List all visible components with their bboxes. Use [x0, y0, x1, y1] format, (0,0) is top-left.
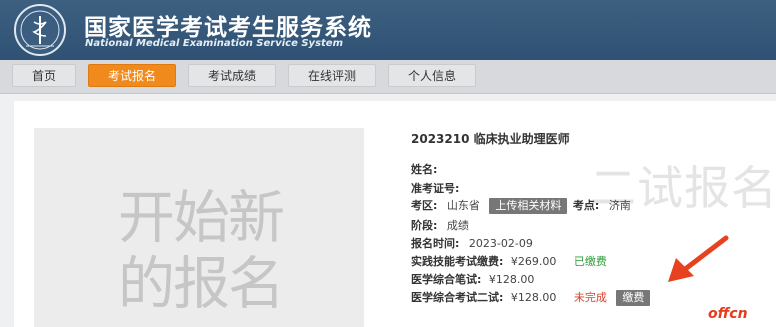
name-row: 姓名:	[411, 161, 437, 177]
upload-materials-button[interactable]: 上传相关材料	[489, 198, 568, 214]
name-label: 姓名:	[411, 163, 438, 176]
logo-emblem-icon	[14, 4, 66, 56]
site-title: 国家医学考试考生服务系统	[84, 15, 372, 41]
signup-time-value: 2023-02-09	[468, 237, 533, 250]
region-row: 考区: 山东省 上传相关材料 考点: 济南	[411, 197, 631, 214]
second-exam-fee-status: 未完成	[573, 291, 607, 304]
signup-time-row: 报名时间: 2023-02-09	[411, 235, 533, 251]
exam-title: 2023210 临床执业助理医师	[411, 132, 570, 146]
brand-watermark: offcn	[708, 306, 748, 322]
site-header: 国家医学考试考生服务系统 National Medical Examinatio…	[0, 0, 776, 60]
written-fee-value: ¥128.00	[488, 273, 535, 286]
written-fee-row: 医学综合笔试: ¥128.00	[411, 271, 534, 287]
second-exam-fee-row: 医学综合考试二试: ¥128.00 未完成 缴费	[411, 289, 651, 306]
stage-value: 成绩	[446, 219, 469, 232]
written-fee-label: 医学综合笔试:	[411, 273, 482, 286]
nav-online-assessment[interactable]: 在线评测	[288, 64, 376, 87]
signup-time-label: 报名时间:	[411, 237, 460, 250]
site-label: 考点:	[572, 199, 600, 212]
region-label: 考区:	[411, 199, 438, 212]
nav-exam-registration[interactable]: 考试报名	[88, 64, 176, 87]
new-registration-label[interactable]: 开始新的报名	[118, 185, 318, 317]
nav-exam-scores[interactable]: 考试成绩	[188, 64, 276, 87]
nav-home[interactable]: 首页	[12, 64, 76, 87]
practical-fee-status: 已缴费	[573, 255, 607, 268]
main-nav: 首页 考试报名 考试成绩 在线评测 个人信息	[0, 60, 776, 94]
site-subtitle: National Medical Examination Service Sys…	[85, 38, 344, 49]
practical-fee-row: 实践技能考试缴费: ¥269.00 已缴费	[411, 253, 607, 269]
stage-label: 阶段:	[411, 219, 438, 232]
pay-button[interactable]: 缴费	[616, 290, 651, 306]
second-exam-fee-label: 医学综合考试二试:	[411, 291, 504, 304]
region-value: 山东省	[446, 199, 480, 212]
nav-personal-info[interactable]: 个人信息	[388, 64, 476, 87]
second-exam-fee-value: ¥128.00	[510, 291, 557, 304]
practical-fee-label: 实践技能考试缴费:	[411, 255, 504, 268]
ticket-row: 准考证号:	[411, 180, 459, 196]
pointer-arrow-icon	[668, 235, 729, 282]
ticket-label: 准考证号:	[411, 182, 460, 195]
site-value: 济南	[608, 199, 631, 212]
practical-fee-value: ¥269.00	[510, 255, 557, 268]
stage-row: 阶段: 成绩	[411, 217, 469, 233]
